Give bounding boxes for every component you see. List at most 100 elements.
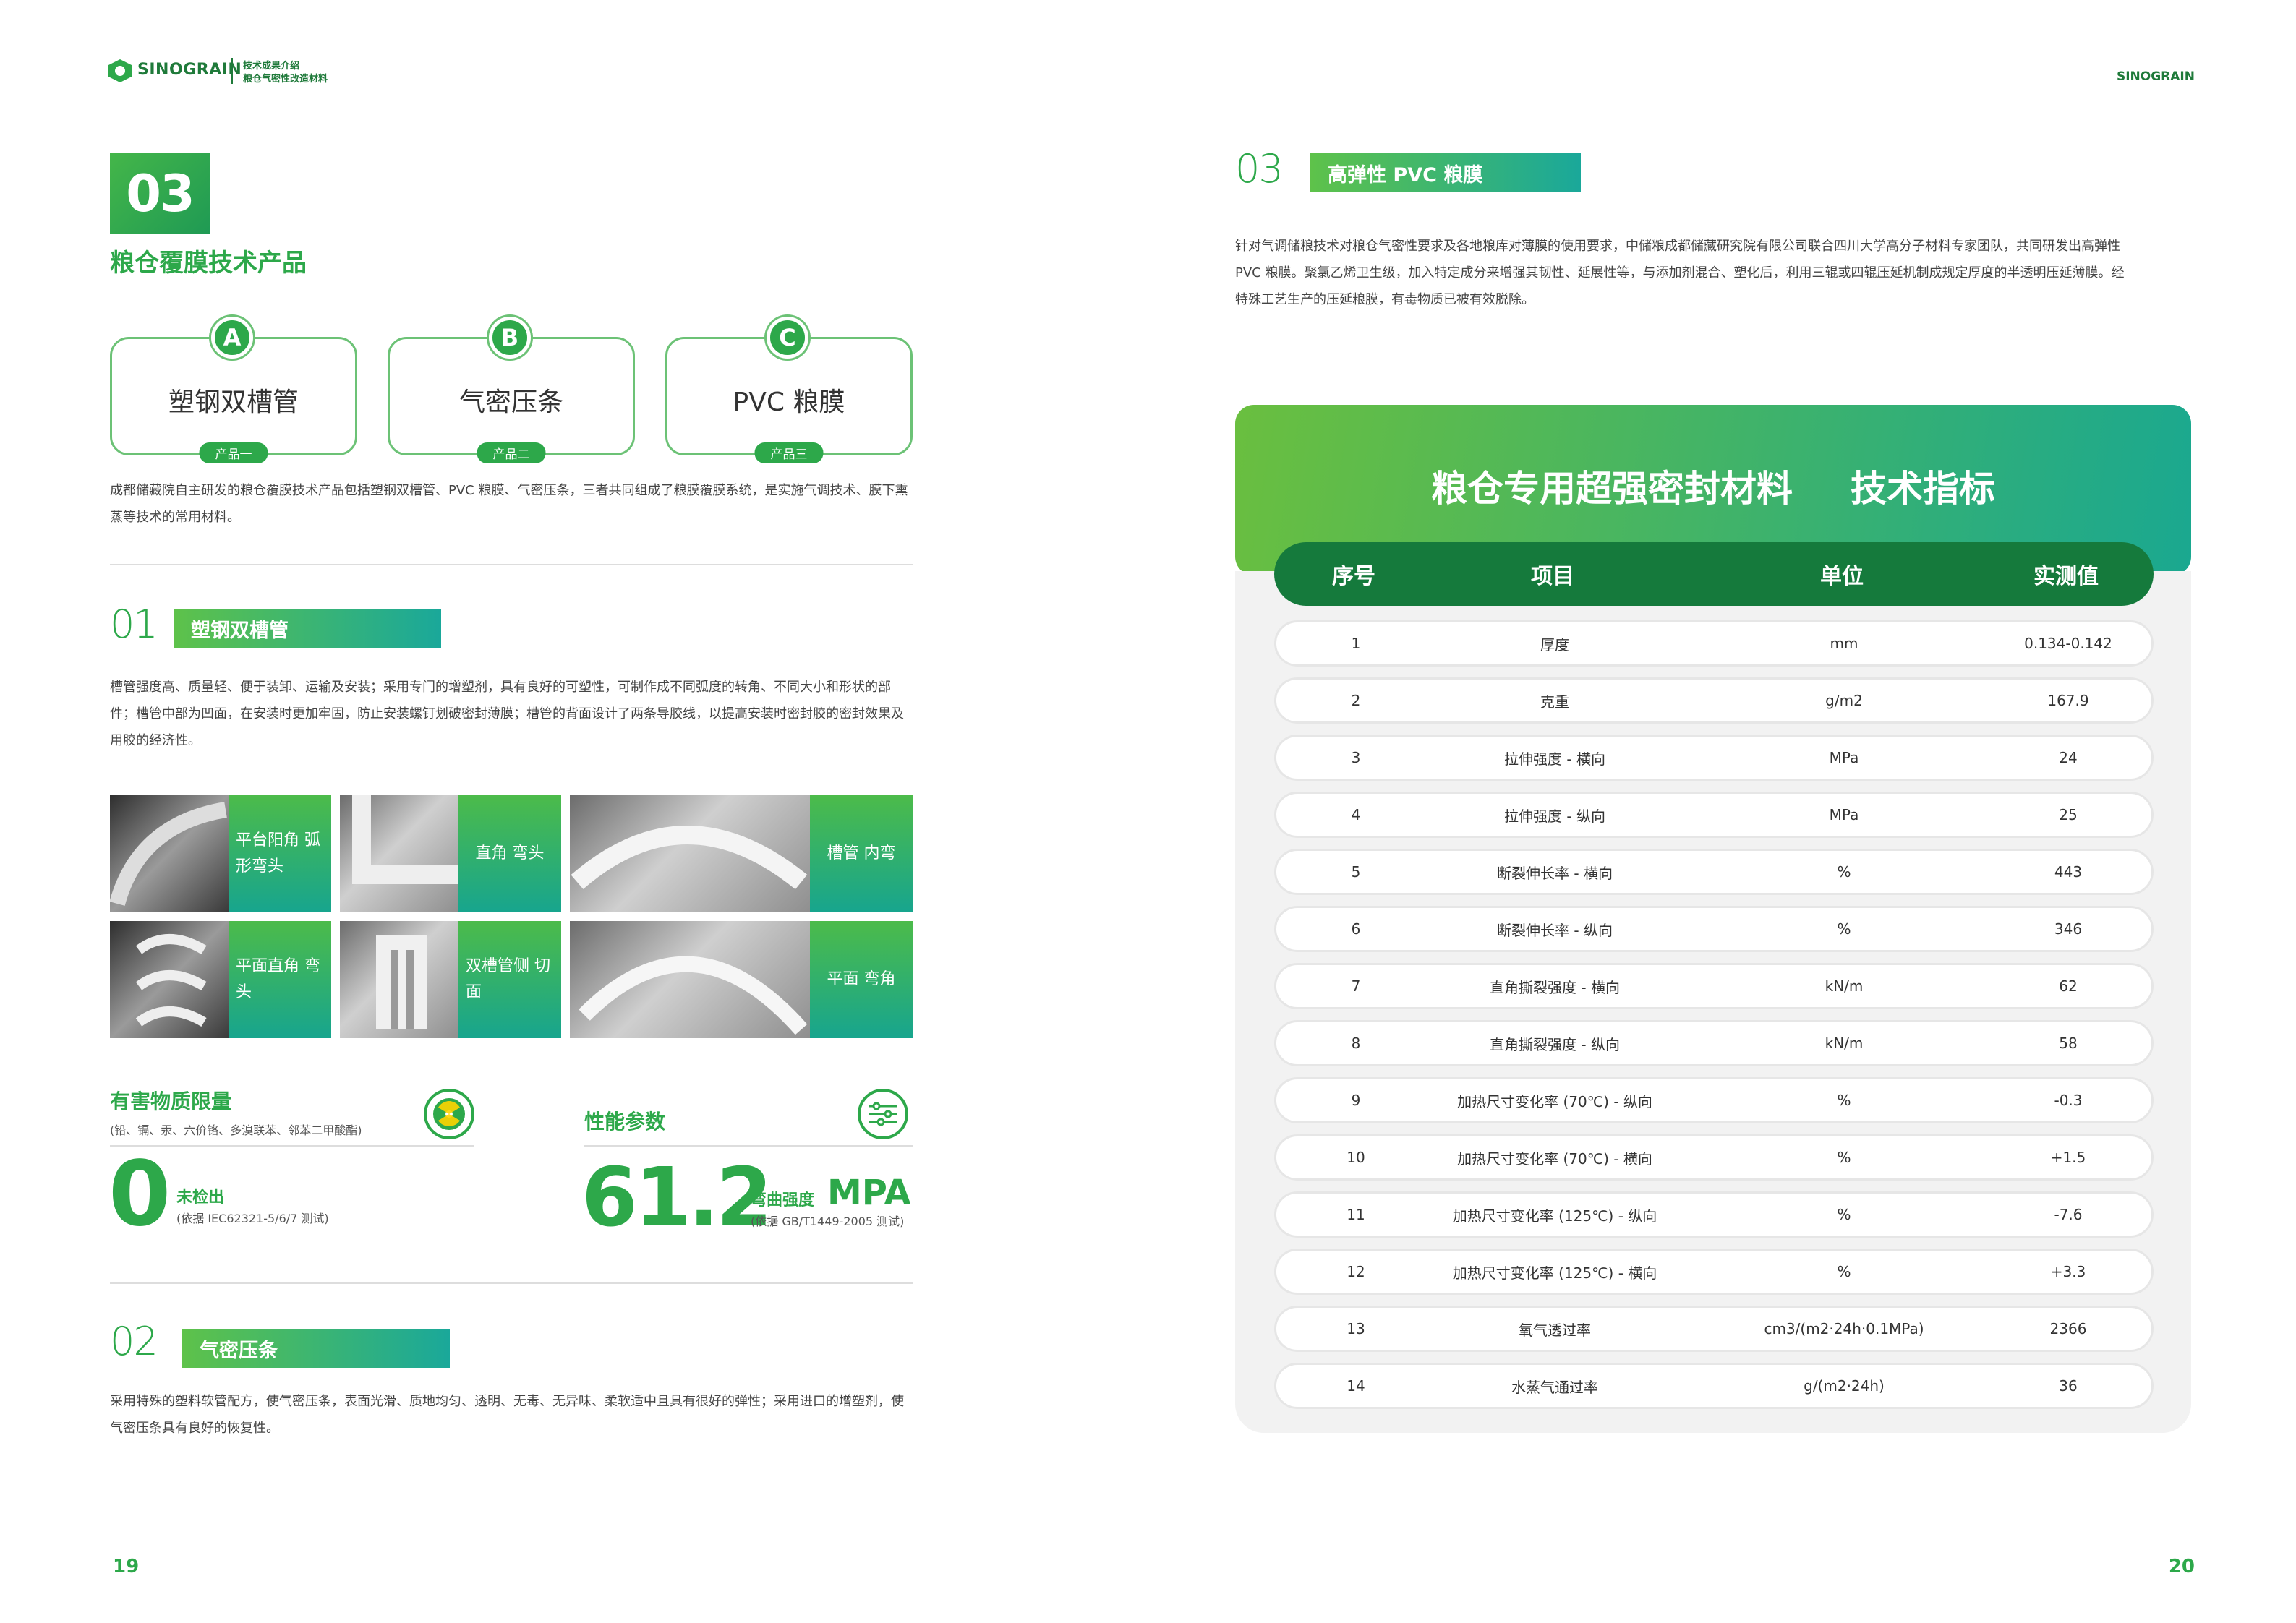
header-logo: SINOGRAIN (137, 61, 242, 79)
perf-value-note: (依据 GB/T1449-2005 测试) (751, 1215, 905, 1228)
table-row: 4 拉伸强度 - 纵向 MPa 25 (1274, 792, 2154, 838)
table-row: 14 水蒸气通过率 g/(m2·24h) 36 (1274, 1363, 2154, 1409)
product-photo (340, 921, 458, 1038)
product-badge-b: B (489, 317, 531, 359)
product-name: PVC 粮膜 (733, 387, 845, 417)
photo-label: 双槽管侧 切面 (458, 921, 561, 1038)
table-cell: MPa (1829, 749, 1859, 766)
table-cell: % (1837, 1092, 1851, 1109)
table-cell: 5 (1351, 863, 1361, 881)
header-divider (231, 58, 233, 84)
table-cell: g/m2 (1825, 692, 1863, 709)
divider (110, 564, 913, 565)
photo-tile: 直角 弯头 (340, 795, 561, 912)
table-row: 2 克重 g/m2 167.9 (1274, 677, 2154, 724)
table-cell: 3 (1351, 749, 1361, 766)
table-cell: g/(m2·24h) (1804, 1377, 1885, 1395)
table-cell: 58 (2059, 1035, 2078, 1052)
product-tag: 产品三 (754, 442, 824, 463)
table-row: 8 直角撕裂强度 - 纵向 kN/m 58 (1274, 1020, 2154, 1066)
table-cell: % (1837, 1263, 1851, 1280)
table-row: 3 拉伸强度 - 横向 MPa 24 (1274, 735, 2154, 781)
table-cell: 11 (1347, 1206, 1365, 1223)
perf-value: 61.2 (581, 1151, 772, 1245)
header-subtitle-1: 技术成果介绍 (243, 61, 300, 72)
table-row: 9 加热尺寸变化率 (70℃) - 纵向% -0.3 (1274, 1077, 2154, 1123)
table-cell: +1.5 (2050, 1149, 2086, 1166)
sliders-icon (858, 1089, 908, 1139)
table-row: 1 厚度 mm 0.134-0.142 (1274, 620, 2154, 667)
photo-tile: 平面直角 弯头 (110, 921, 331, 1038)
harm-value-note: (依据 IEC62321-5/6/7 测试) (176, 1212, 329, 1225)
harm-value-label: 未检出 (176, 1189, 225, 1207)
perf-title: 性能参数 (584, 1110, 666, 1134)
column-header: 单位 (1820, 564, 1864, 589)
table-cell: % (1837, 1206, 1851, 1223)
table-cell: kN/m (1825, 1035, 1864, 1052)
table-cell: MPa (1829, 806, 1859, 823)
product-photo (340, 795, 458, 912)
table-cell: 直角撕裂强度 - 横向 (1490, 978, 1620, 996)
table-cell: 克重 (1540, 693, 1569, 711)
table-cell: 直角撕裂强度 - 纵向 (1490, 1035, 1620, 1053)
page-number-left: 19 (113, 1556, 140, 1577)
photo-tile: 平面 弯角 (570, 921, 913, 1038)
header-subtitle-2: 粮仓气密性改造材料 (243, 74, 328, 85)
header-logo-right: SINOGRAIN (2116, 69, 2195, 84)
table-cell: kN/m (1825, 977, 1864, 995)
sinograin-logo-icon (108, 59, 132, 82)
table-cell: % (1837, 863, 1851, 881)
subsection-text: 采用特殊的塑料软管配方，使气密压条，表面光滑、质地均匀、透明、无毒、无异味、柔软… (110, 1394, 904, 1436)
table-cell: 水蒸气通过率 (1511, 1378, 1598, 1396)
column-header: 序号 (1332, 564, 1375, 589)
table-cell: 346 (2054, 920, 2083, 938)
subsection-title: 高弹性 PVC 粮膜 (1310, 153, 1581, 192)
table-cell: 加热尺寸变化率 (125℃) - 横向 (1452, 1264, 1657, 1282)
table-cell: 1 (1351, 635, 1361, 652)
table-row: 13 氧气透过率 cm3/(m2·24h·0.1MPa) 2366 (1274, 1306, 2154, 1352)
photo-label: 平台阳角 弧形弯头 (229, 795, 331, 912)
table-cell: 氧气透过率 (1519, 1321, 1591, 1339)
product-photo (570, 921, 810, 1038)
table-cell: 62 (2059, 977, 2078, 995)
product-photo (570, 795, 810, 912)
page-number-right: 20 (2168, 1556, 2195, 1577)
table-cell: +3.3 (2050, 1263, 2086, 1280)
table-cell: cm3/(m2·24h·0.1MPa) (1764, 1320, 1924, 1337)
product-photo (110, 921, 229, 1038)
table-cell: 2 (1351, 692, 1361, 709)
photo-label: 平面 弯角 (810, 921, 913, 1038)
subsection-text: 针对气调储粮技术对粮仓气密性要求及各地粮库对薄膜的使用要求，中储粮成都储藏研究院… (1235, 239, 2125, 307)
divider (110, 1282, 913, 1284)
table-cell: 加热尺寸变化率 (125℃) - 纵向 (1452, 1207, 1657, 1225)
table-cell: 4 (1351, 806, 1361, 823)
column-header: 项目 (1531, 564, 1574, 589)
table-cell: 拉伸强度 - 纵向 (1504, 807, 1605, 825)
product-photo (110, 795, 229, 912)
table-cell: 8 (1351, 1035, 1361, 1052)
table-row: 12 加热尺寸变化率 (125℃) - 横向% +3.3 (1274, 1249, 2154, 1295)
harm-title: 有害物质限量 (110, 1089, 232, 1113)
section-number-block: 03 (110, 153, 210, 234)
photo-tile: 槽管 内弯 (570, 795, 913, 912)
photo-label: 槽管 内弯 (810, 795, 913, 912)
product-badge-a: A (211, 317, 253, 359)
subsection-title: 塑钢双槽管 (174, 609, 441, 648)
table-cell: 加热尺寸变化率 (70℃) - 纵向 (1457, 1092, 1652, 1110)
table-cell: 6 (1351, 920, 1361, 938)
column-header: 实测值 (2033, 564, 2099, 589)
photo-tile: 双槽管侧 切面 (340, 921, 561, 1038)
table-cell: 9 (1351, 1092, 1361, 1109)
table-row: 7 直角撕裂强度 - 横向 kN/m 62 (1274, 963, 2154, 1009)
table-cell: 167.9 (2047, 692, 2089, 709)
table-cell: 拉伸强度 - 横向 (1504, 750, 1605, 768)
product-name: 塑钢双槽管 (168, 387, 299, 417)
product-tag: 产品二 (477, 442, 546, 463)
perf-value-label: 弯曲强度 (751, 1191, 815, 1209)
table-cell: -0.3 (2054, 1092, 2083, 1109)
table-cell: 10 (1347, 1149, 1365, 1166)
product-name: 气密压条 (458, 387, 563, 417)
subsection-number: 02 (110, 1319, 158, 1364)
table-cell: 24 (2059, 749, 2078, 766)
table-cell: 厚度 (1540, 635, 1569, 654)
